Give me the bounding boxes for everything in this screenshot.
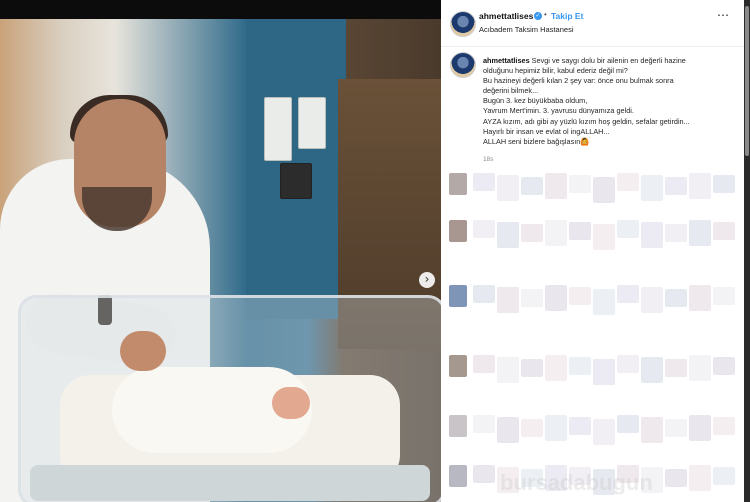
blurred-comment-cell: [689, 173, 711, 199]
blurred-comment-cell: [521, 289, 543, 307]
wall-socket: [264, 97, 292, 161]
verified-badge-icon: ✓: [534, 12, 542, 20]
blurred-comment-cell: [617, 173, 639, 191]
location-link[interactable]: Acıbadem Taksim Hastanesi: [479, 25, 574, 34]
blurred-comment-cell: [665, 359, 687, 377]
blurred-comment-cell: [473, 355, 495, 373]
header-username[interactable]: ahmettatlises: [479, 11, 533, 21]
blurred-comment-cell: [521, 359, 543, 377]
blurred-comment-cell: [569, 357, 591, 375]
blurred-comment-cell: [713, 467, 735, 485]
caption-line: Yavrum Mert'imin. 3. yavrusu dünyamıza g…: [483, 106, 634, 116]
caption-username[interactable]: ahmettatlises: [483, 56, 530, 65]
blurred-comment-cell: [689, 285, 711, 311]
blurred-avatar: [449, 285, 467, 307]
blurred-comment-cell: [713, 287, 735, 305]
watermark: bursadabugun: [500, 470, 653, 495]
blurred-comment-cell: [545, 220, 567, 246]
blurred-comment-cell: [617, 355, 639, 373]
post-side-panel: ahmettatlises ✓ • Takip Et Acıbadem Taks…: [441, 0, 750, 502]
more-options-icon[interactable]: ⋯: [717, 8, 730, 22]
blurred-comments: [441, 165, 744, 502]
follow-button[interactable]: Takip Et: [551, 11, 583, 21]
blurred-comment-cell: [473, 415, 495, 433]
blurred-comment-cell: [497, 175, 519, 201]
caption-line: Bu hazineyi değerli kılan 2 şey var: önc…: [483, 76, 674, 86]
blurred-comment-cell: [545, 285, 567, 311]
blurred-avatar: [449, 220, 467, 242]
blurred-comment-cell: [497, 222, 519, 248]
caption-line: olduğunu hepimiz bilir, kabul ederiz değ…: [483, 66, 628, 76]
blurred-comment-cell: [713, 417, 735, 435]
blurred-comment-cell: [713, 175, 735, 193]
blurred-comment-cell: [689, 355, 711, 381]
blurred-comment-cell: [617, 415, 639, 433]
blurred-avatar: [449, 173, 467, 195]
blurred-comment-cell: [545, 355, 567, 381]
blurred-comment-cell: [521, 419, 543, 437]
blurred-avatar: [449, 355, 467, 377]
blurred-comment-cell: [569, 417, 591, 435]
blurred-comment-cell: [689, 465, 711, 491]
blurred-avatar: [449, 465, 467, 487]
blurred-comment-cell: [617, 285, 639, 303]
blurred-comment-cell: [665, 419, 687, 437]
blurred-comment-cell: [497, 287, 519, 313]
wall-socket: [298, 97, 326, 149]
blurred-comment-cell: [593, 419, 615, 445]
blurred-comment-cell: [689, 220, 711, 246]
blurred-avatar: [449, 415, 467, 437]
blurred-comment-cell: [545, 173, 567, 199]
blurred-comment-cell: [521, 224, 543, 242]
blurred-comment-cell: [641, 417, 663, 443]
caption-line: Hayırlı bir insan ve evlat ol ingALLAH..…: [483, 126, 610, 136]
blurred-comment-cell: [641, 222, 663, 248]
post-time: 18s: [483, 156, 494, 163]
crib-base: [30, 465, 430, 501]
caption-line: değerini bilmek...: [483, 86, 539, 96]
blurred-comment-cell: [593, 289, 615, 315]
blurred-comment-cell: [641, 357, 663, 383]
blurred-comment-cell: [665, 469, 687, 487]
blurred-comment-cell: [593, 359, 615, 385]
blurred-comment-cell: [521, 177, 543, 195]
blurred-comment-cell: [617, 220, 639, 238]
blurred-comment-cell: [641, 287, 663, 313]
blurred-comment-cell: [593, 224, 615, 250]
wall-switch: [280, 163, 312, 199]
blurred-comment-cell: [665, 289, 687, 307]
blurred-comment-cell: [569, 222, 591, 240]
blurred-comment-cell: [665, 224, 687, 242]
blurred-comment-cell: [545, 415, 567, 441]
blurred-comment-cell: [473, 173, 495, 191]
blurred-comment-cell: [713, 222, 735, 240]
caption-avatar[interactable]: [450, 52, 476, 78]
blurred-comment-cell: [473, 220, 495, 238]
blurred-comment-cell: [689, 415, 711, 441]
man-hand: [120, 331, 166, 371]
blurred-comment-cell: [593, 177, 615, 203]
blurred-comment-cell: [569, 175, 591, 193]
blurred-comment-cell: [665, 177, 687, 195]
blurred-comment-cell: [641, 175, 663, 201]
blurred-comment-cell: [497, 417, 519, 443]
blurred-comment-cell: [569, 287, 591, 305]
carousel-next-icon[interactable]: ›: [419, 272, 435, 288]
blurred-comment-cell: [473, 465, 495, 483]
caption-line: ALLAH seni bizlere bağışlasın🙆: [483, 136, 590, 146]
blurred-comment-cell: [473, 285, 495, 303]
post-header: ahmettatlises ✓ • Takip Et Acıbadem Taks…: [441, 0, 744, 47]
scrollbar-thumb[interactable]: [745, 6, 749, 156]
blurred-comment-cell: [497, 357, 519, 383]
post-caption: ahmettatlises Sevgi ve saygı dolu bir ai…: [483, 56, 735, 147]
post-photo[interactable]: ›: [0, 19, 441, 502]
caption-line: Bugün 3. kez büyükbaba oldum,: [483, 96, 588, 106]
separator: •: [544, 10, 547, 19]
caption-line: Sevgi ve saygı dolu bir ailenin en değer…: [531, 56, 686, 65]
blurred-comment-cell: [713, 357, 735, 375]
baby-face: [272, 387, 310, 419]
avatar[interactable]: [450, 11, 476, 37]
caption-line: AYZA kızım, adı gibi ay yüzlü kızım hoş …: [483, 116, 690, 126]
